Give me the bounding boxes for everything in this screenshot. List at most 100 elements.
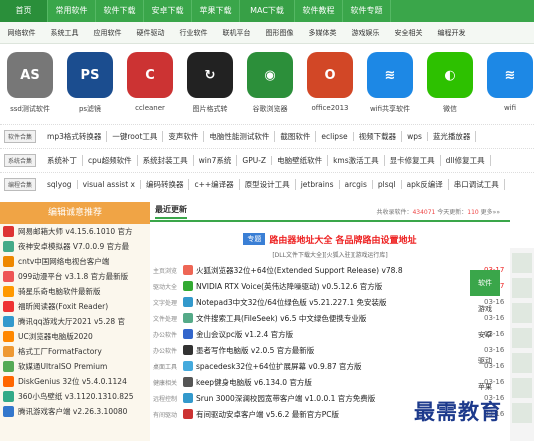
list-item-label[interactable]: 格式工厂FormatFactory <box>18 346 102 357</box>
app-label[interactable]: 图片格式转 <box>193 104 228 114</box>
nav-item[interactable]: 软件下载 <box>96 0 144 22</box>
app-label[interactable]: 微信 <box>443 104 457 114</box>
app-icon[interactable]: ≋ <box>367 52 413 98</box>
tag-link[interactable]: 蓝光播放器 <box>428 131 477 142</box>
list-item[interactable]: 格式工厂FormatFactory <box>0 344 150 359</box>
list-item-label[interactable]: 福昕阅读器(Foxit Reader) <box>18 301 108 312</box>
tag-link[interactable]: cpu超频软件 <box>83 155 138 166</box>
tag-link[interactable]: sqlyog <box>42 180 78 189</box>
tag-link[interactable]: GPU-Z <box>237 156 273 165</box>
update-category[interactable]: 健康相关 <box>150 378 180 387</box>
subnav-item[interactable]: 应用软件 <box>86 28 129 38</box>
tag-link[interactable]: c++编译器 <box>189 179 240 190</box>
update-name[interactable]: 墨者写作电脑版 v2.0.5 官方最新版 <box>196 345 484 356</box>
tag-link[interactable]: 电脑性能测试软件 <box>204 131 276 142</box>
list-item[interactable]: 网易邮箱大师 v4.15.6.1010 官方 <box>0 224 150 239</box>
update-category[interactable]: 文件处理 <box>150 314 180 323</box>
update-name[interactable]: 火狐浏览器32位+64位(Extended Support Release) v… <box>196 265 484 276</box>
tag-link[interactable]: 一键root工具 <box>107 131 164 142</box>
app-item[interactable]: AS ssd测试软件 <box>0 52 60 114</box>
update-row[interactable]: 办公软件 墨者写作电脑版 v2.0.5 官方最新版 03-16 <box>150 342 510 358</box>
subnav-item[interactable]: 硬件驱动 <box>129 28 172 38</box>
update-row[interactable]: 办公软件 金山会议pc版 v1.2.4 官方版 03-16 <box>150 326 510 342</box>
thumbnail[interactable] <box>512 328 532 348</box>
update-name[interactable]: Notepad3中文32位/64位绿色版 v5.21.227.1 免安装版 <box>196 297 484 308</box>
topic-banner[interactable]: 专题 路由器地址大全 各品牌路由设置地址 <box>150 231 510 247</box>
subnav-item[interactable]: 编程开发 <box>430 28 473 38</box>
update-name[interactable]: 金山会议pc版 v1.2.4 官方版 <box>196 329 484 340</box>
tag-link[interactable]: win7系统 <box>194 155 238 166</box>
update-row[interactable]: 文件处理 文件搜索工具(FileSeek) v6.5 中文绿色便携专业版 03-16 <box>150 310 510 326</box>
update-category[interactable]: 桌面工具 <box>150 362 180 371</box>
update-name[interactable]: 文件搜索工具(FileSeek) v6.5 中文绿色便携专业版 <box>196 313 484 324</box>
list-item-label[interactable]: 网易邮箱大师 v4.15.6.1010 官方 <box>18 226 133 237</box>
topic-title[interactable]: 路由器地址大全 各品牌路由设置地址 <box>269 233 416 246</box>
app-item[interactable]: ↻ 图片格式转 <box>180 52 240 114</box>
app-item[interactable]: Cccleaner <box>120 52 180 112</box>
update-category[interactable]: 远程控制 <box>150 394 180 403</box>
thumbnail[interactable] <box>512 253 532 273</box>
app-label[interactable]: wifi <box>504 104 516 112</box>
tab-3[interactable]: 驱动 <box>470 348 500 374</box>
list-item[interactable]: 软媒通UltraISO Premium <box>0 359 150 374</box>
app-label[interactable]: ccleaner <box>135 104 165 112</box>
app-icon[interactable]: ◉ <box>247 52 293 98</box>
app-icon[interactable]: ≋ <box>487 52 533 98</box>
list-item-label[interactable]: UC浏览器电脑版2020 <box>18 331 93 342</box>
update-category[interactable]: 文字处理 <box>150 298 180 307</box>
list-item-label[interactable]: 软媒通UltraISO Premium <box>18 361 107 372</box>
tag-link[interactable]: dll修复工具 <box>441 155 491 166</box>
tag-link[interactable]: 原型设计工具 <box>240 179 296 190</box>
tag-link[interactable]: wps <box>402 132 428 141</box>
update-category[interactable]: 主页浏览 <box>150 266 180 275</box>
tag-link[interactable]: apk反编译 <box>402 179 449 190</box>
app-item[interactable]: ≋ wifi <box>480 52 534 112</box>
list-item[interactable]: 099动漫平台 v3.1.8 官方最新版 <box>0 269 150 284</box>
nav-item[interactable]: 安卓下载 <box>144 0 192 22</box>
update-row[interactable]: 文字处理 Notepad3中文32位/64位绿色版 v5.21.227.1 免安装… <box>150 294 510 310</box>
update-row[interactable]: 驱动大全 NVIDIA RTX Voice(英伟达降噪驱动) v0.5.12.6 … <box>150 278 510 294</box>
app-label[interactable]: ps滤镜 <box>79 104 101 114</box>
subnav-item[interactable]: 图形图像 <box>258 28 301 38</box>
nav-item[interactable]: 首页 <box>0 0 48 22</box>
tag-link[interactable]: kms激活工具 <box>328 155 385 166</box>
app-label[interactable]: office2013 <box>311 104 348 112</box>
update-category[interactable]: 办公软件 <box>150 330 180 339</box>
recent-updates-title[interactable]: 最近更新 <box>155 204 187 219</box>
subnav-item[interactable]: 游戏娱乐 <box>344 28 387 38</box>
subnav-item[interactable]: 网络软件 <box>0 28 43 38</box>
app-item[interactable]: PS ps滤镜 <box>60 52 120 114</box>
app-icon[interactable]: PS <box>67 52 113 98</box>
thumbnail[interactable] <box>512 378 532 398</box>
subnav-item[interactable]: 行业软件 <box>172 28 215 38</box>
tag-link[interactable]: eclipse <box>316 132 354 141</box>
update-category[interactable]: 有间驱动 <box>150 410 180 419</box>
list-item[interactable]: 骑星乐奇电脑软件最新版 <box>0 284 150 299</box>
app-label[interactable]: wifi共享软件 <box>370 104 410 114</box>
tag-link[interactable]: arcgis <box>340 180 373 189</box>
list-item[interactable]: 夜神安卓模拟器 V7.0.0.9 官方最 <box>0 239 150 254</box>
list-item-label[interactable]: 099动漫平台 v3.1.8 官方最新版 <box>18 271 128 282</box>
app-icon[interactable]: AS <box>7 52 53 98</box>
tab-2[interactable]: 安卓 <box>470 322 500 348</box>
thumbnail[interactable] <box>512 303 532 323</box>
tag-link[interactable]: 变声软件 <box>163 131 205 142</box>
list-item-label[interactable]: cntv中国网络电视台客户端 <box>18 256 109 267</box>
thumbnail[interactable] <box>512 278 532 298</box>
app-item[interactable]: Ooffice2013 <box>300 52 360 112</box>
list-item-label[interactable]: DiskGenius 32位 v5.4.0.1124 <box>18 376 127 387</box>
nav-item[interactable]: 软件教程 <box>295 0 343 22</box>
thumbnail[interactable] <box>512 403 532 423</box>
topic-sublinks[interactable]: [DLL文件下载大全][火狐入驻][游戏运行库] <box>150 250 510 262</box>
tag-link[interactable]: 系统补丁 <box>42 155 84 166</box>
tag-link[interactable]: 串口调试工具 <box>449 179 505 190</box>
nav-item[interactable]: 常用软件 <box>48 0 96 22</box>
tag-link[interactable]: mp3格式转换器 <box>42 131 108 142</box>
list-item-label[interactable]: 腾讯qq游戏大厅2021 v5.28 官 <box>18 316 125 327</box>
app-label[interactable]: ssd测试软件 <box>10 104 50 114</box>
list-item-label[interactable]: 骑星乐奇电脑软件最新版 <box>18 286 101 297</box>
app-item[interactable]: ≋ wifi共享软件 <box>360 52 420 114</box>
tag-link[interactable]: visual assist x <box>78 180 141 189</box>
list-item-label[interactable]: 腾讯游戏客户端 v2.26.3.10080 <box>18 406 127 417</box>
list-item[interactable]: cntv中国网络电视台客户端 <box>0 254 150 269</box>
